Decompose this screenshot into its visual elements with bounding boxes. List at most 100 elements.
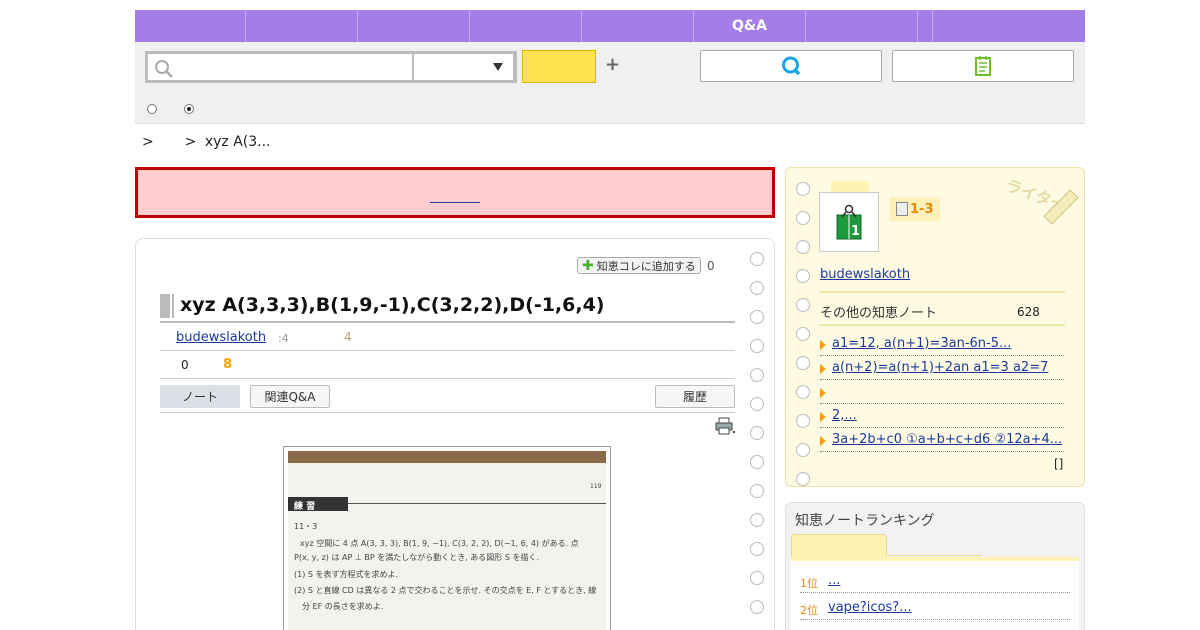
binder-hole — [796, 298, 810, 312]
nav-item-4[interactable] — [470, 10, 582, 42]
binder-hole — [750, 281, 764, 295]
ranking-item: 2位 vape?icos?... — [800, 598, 1070, 620]
note-author-link[interactable]: budewslakoth — [176, 330, 266, 345]
page: Q&A + > > xyz A(3... ✚ 知恵コレに追加する 0 xyz A… — [0, 0, 1200, 630]
plus-icon[interactable]: + — [605, 54, 620, 75]
ask-question-button[interactable] — [700, 50, 882, 82]
breadcrumb-sep: > — [184, 134, 197, 150]
nav-item-1[interactable] — [135, 10, 246, 42]
photo-line: 分 EF の長さを求めよ. — [302, 602, 384, 611]
alert-banner — [135, 167, 775, 218]
photo-problem-number: 11・3 — [294, 522, 318, 531]
binder-hole — [796, 472, 810, 486]
triangle-right-icon — [820, 388, 826, 398]
ranking-tab-1[interactable] — [791, 534, 887, 557]
breadcrumb-sep: > — [142, 134, 154, 150]
divider — [160, 350, 735, 351]
radio-search-scope-2[interactable] — [184, 104, 194, 114]
search-toolbar: + — [135, 42, 1085, 124]
author-grade: 1-3 — [910, 201, 934, 217]
binder-hole — [750, 600, 764, 614]
nav-item-9[interactable] — [933, 10, 1085, 42]
nav-item-3[interactable] — [358, 10, 470, 42]
search-category-select[interactable] — [412, 51, 516, 83]
nav-item-7[interactable] — [806, 10, 918, 42]
photo-line: (1) S を表す方程式を求めよ. — [294, 570, 399, 579]
binder-hole — [796, 327, 810, 341]
author-grade-badge: 1-3 — [890, 197, 940, 221]
grade-icon — [896, 202, 908, 216]
list-item: a1=12, a(n+1)=3an-6n-5... — [820, 334, 1064, 356]
binder-hole — [750, 339, 764, 353]
other-note-link[interactable]: a(n+2)=a(n+1)+2an a1=3 a2=7 — [832, 360, 1048, 375]
note-photo[interactable]: 119 練 習 11・3 xyz 空間に 4 点 A(3, 3, 3), B(1… — [283, 446, 611, 630]
add-to-collection-button[interactable]: ✚ 知恵コレに追加する — [577, 257, 701, 274]
book-avatar-icon: 1 — [836, 204, 862, 240]
q-letter-icon — [782, 56, 801, 76]
photo-page-number: 119 — [590, 483, 602, 490]
note-stat-left: 0 — [181, 358, 189, 372]
ranking-title: 知恵ノートランキング — [795, 513, 935, 529]
photo-rule — [348, 503, 606, 504]
avatar[interactable]: 1 — [819, 192, 879, 252]
sidebar-author-link[interactable]: budewslakoth — [820, 267, 910, 282]
other-notes-label: その他の知恵ノート — [820, 306, 938, 321]
triangle-right-icon — [820, 436, 826, 446]
printer-icon[interactable] — [714, 417, 736, 435]
nav-item-2[interactable] — [246, 10, 358, 42]
green-plus-icon: ✚ — [582, 257, 594, 274]
ranking-rank: 1位 — [800, 577, 818, 590]
binder-hole — [750, 484, 764, 498]
author-meta-number: 4 — [344, 330, 352, 344]
divider — [160, 412, 735, 413]
alert-link[interactable] — [430, 183, 480, 203]
search-icon — [155, 60, 173, 78]
ranking-tab-2[interactable] — [888, 534, 982, 556]
binder-hole — [750, 542, 764, 556]
ranking-link[interactable]: ... — [828, 573, 840, 588]
binder-hole — [796, 240, 810, 254]
note-stat-right: 8 — [223, 357, 233, 372]
list-item: 3a+2b+c0 ①a+b+c+d6 ②12a+4... — [820, 430, 1064, 452]
photo-heading: 練 習 — [294, 502, 316, 512]
radio-search-scope-1[interactable] — [147, 104, 157, 114]
binder-hole — [750, 368, 764, 382]
breadcrumb: > > xyz A(3... — [142, 134, 271, 150]
divider — [160, 321, 735, 323]
global-nav: Q&A — [135, 10, 1085, 42]
notepad-icon — [975, 56, 991, 76]
more-link[interactable]: [] — [1054, 457, 1063, 471]
tab-note[interactable]: ノート — [160, 385, 240, 408]
tab-related-qa[interactable]: 関連Q&A — [250, 385, 330, 408]
write-note-button[interactable] — [892, 50, 1074, 82]
ranking-item: 1位 ... — [800, 571, 1070, 593]
other-note-link[interactable]: 3a+2b+c0 ①a+b+c+d6 ②12a+4... — [832, 432, 1062, 447]
other-note-link[interactable]: 2,... — [832, 408, 857, 423]
tab-history[interactable]: 履歴 — [655, 385, 735, 408]
triangle-right-icon — [820, 364, 826, 374]
binder-hole — [796, 269, 810, 283]
triangle-right-icon — [820, 412, 826, 422]
photo-edge — [288, 451, 606, 463]
other-note-link[interactable]: a1=12, a(n+1)=3an-6n-5... — [832, 336, 1011, 351]
binder-hole — [750, 571, 764, 585]
search-button[interactable] — [522, 50, 596, 83]
ranking-link[interactable]: vape?icos?... — [828, 600, 912, 615]
list-item — [820, 382, 1064, 404]
collection-count: 0 — [707, 259, 715, 273]
note-title: xyz A(3,3,3),B(1,9,-1),C(3,2,2),D(-1,6,4… — [180, 294, 605, 316]
chevron-down-icon — [493, 63, 503, 71]
binder-hole — [750, 426, 764, 440]
photo-content: 119 練 習 11・3 xyz 空間に 4 点 A(3, 3, 3), B(1… — [288, 451, 606, 630]
nav-item-8[interactable] — [918, 10, 933, 42]
binder-hole — [750, 397, 764, 411]
binder-hole — [750, 455, 764, 469]
binder-hole — [750, 513, 764, 527]
photo-line: xyz 空間に 4 点 A(3, 3, 3), B(1, 9, −1), C(3… — [300, 539, 579, 548]
nav-item-5[interactable] — [582, 10, 694, 42]
divider — [819, 291, 1065, 293]
binder-hole — [796, 211, 810, 225]
binder-hole — [796, 414, 810, 428]
nav-item-qa[interactable]: Q&A — [694, 10, 806, 42]
list-item: a(n+2)=a(n+1)+2an a1=3 a2=7 — [820, 358, 1064, 380]
